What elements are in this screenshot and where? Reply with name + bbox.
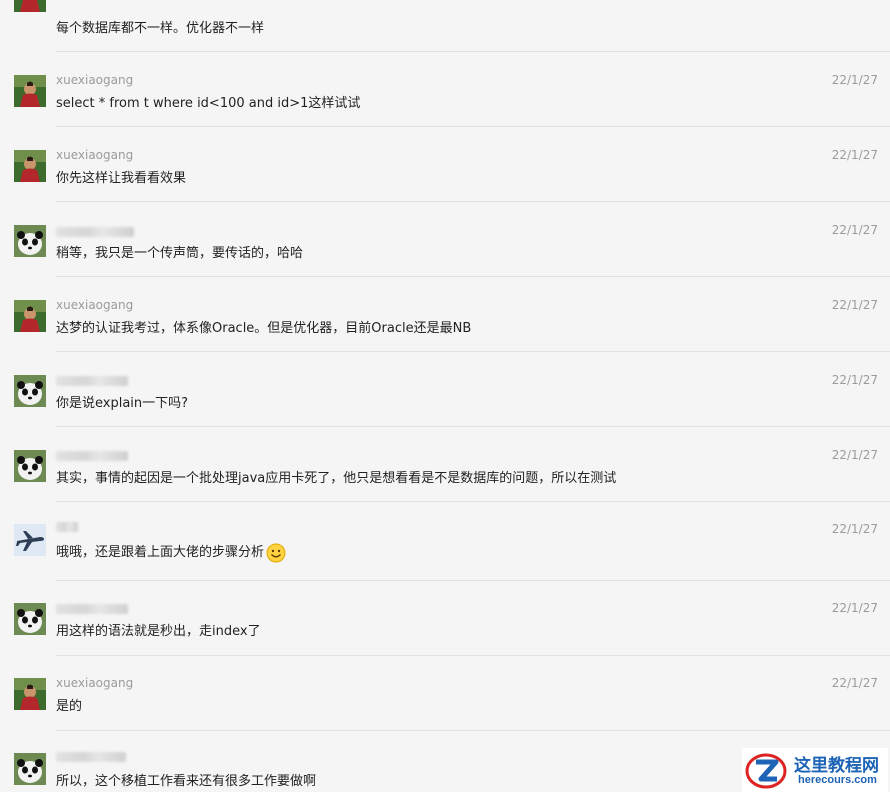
comment-text: 其实，事情的起因是一个批处理java应用卡死了，他只是想看看是不是数据库的问题，… xyxy=(56,471,617,486)
comment-text: 哦哦，还是跟着上面大佬的步骤分析 xyxy=(56,541,286,563)
divider xyxy=(56,351,890,352)
user-avatar-panda[interactable] xyxy=(14,225,46,257)
watermark-url: herecours.com xyxy=(798,774,877,786)
watermark-title: 这里教程网 xyxy=(794,756,879,776)
comment-time: 22/1/27 xyxy=(831,522,878,536)
comment-text: select * from t where id<100 and id>1这样试… xyxy=(56,96,361,111)
comment-feed: 每个数据库都不一样。优化器不一样 xuexiaogang 22/1/27 sel… xyxy=(0,0,890,792)
user-avatar-person[interactable] xyxy=(14,300,46,332)
comment-time: 22/1/27 xyxy=(831,298,878,312)
user-avatar-person[interactable] xyxy=(14,678,46,710)
z-logo-icon xyxy=(745,753,787,789)
divider xyxy=(56,126,890,127)
user-avatar-panda[interactable] xyxy=(14,375,46,407)
comment-time: 22/1/27 xyxy=(831,676,878,690)
user-avatar-panda[interactable] xyxy=(14,603,46,635)
user-avatar-person[interactable] xyxy=(14,150,46,182)
divider xyxy=(56,501,890,502)
user-avatar-panda[interactable] xyxy=(14,450,46,482)
comment-time: 22/1/27 xyxy=(831,73,878,87)
comment-text: 稍等，我只是一个传声筒，要传话的，哈哈 xyxy=(56,246,304,261)
divider xyxy=(56,655,890,656)
user-name[interactable]: xuexiaogang xyxy=(56,148,133,162)
divider xyxy=(56,426,890,427)
user-avatar-panda[interactable] xyxy=(14,753,46,785)
comment-time: 22/1/27 xyxy=(831,373,878,387)
user-name-redacted xyxy=(56,522,78,532)
user-name[interactable]: xuexiaogang xyxy=(56,298,133,312)
user-name-redacted xyxy=(56,376,128,386)
divider xyxy=(56,51,890,52)
user-name[interactable]: xuexiaogang xyxy=(56,676,133,690)
divider xyxy=(56,580,890,581)
user-avatar-person[interactable] xyxy=(14,0,46,12)
comment-text: 是的 xyxy=(56,699,83,714)
user-name-redacted xyxy=(56,752,126,762)
site-watermark: 这里教程网 herecours.com xyxy=(742,748,888,792)
comment-text: 你是说explain一下吗? xyxy=(56,396,189,411)
comment-text: 每个数据库都不一样。优化器不一样 xyxy=(56,21,265,36)
comment-time: 22/1/27 xyxy=(831,448,878,462)
smile-emoji-icon xyxy=(266,543,286,562)
comment-time: 22/1/27 xyxy=(831,601,878,615)
comment-text: 所以，这个移植工作看来还有很多工作要做啊 xyxy=(56,774,317,789)
user-avatar-plane[interactable] xyxy=(14,524,46,556)
comment-text: 用这样的语法就是秒出，走index了 xyxy=(56,624,261,639)
divider xyxy=(56,201,890,202)
divider xyxy=(56,276,890,277)
comment-time: 22/1/27 xyxy=(831,148,878,162)
user-name-redacted xyxy=(56,604,128,614)
comment-time: 22/1/27 xyxy=(831,223,878,237)
user-name-redacted xyxy=(56,451,128,461)
user-name[interactable]: xuexiaogang xyxy=(56,73,133,87)
divider xyxy=(56,730,890,731)
user-name-redacted xyxy=(56,227,134,237)
user-avatar-person[interactable] xyxy=(14,75,46,107)
comment-text: 达梦的认证我考过，体系像Oracle。但是优化器，目前Oracle还是最NB xyxy=(56,321,472,336)
comment-text-content: 哦哦，还是跟着上面大佬的步骤分析 xyxy=(56,545,265,560)
comment-text: 你先这样让我看看效果 xyxy=(56,171,187,186)
